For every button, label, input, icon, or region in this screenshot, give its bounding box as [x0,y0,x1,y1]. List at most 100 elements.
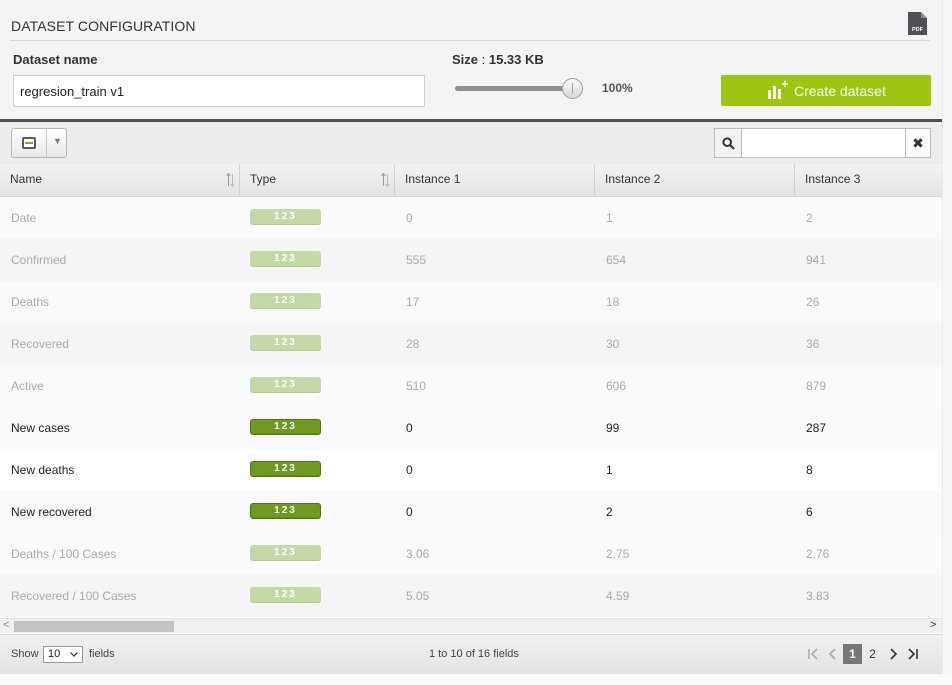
search-button[interactable] [714,128,742,158]
field-name: Deaths [11,295,50,309]
numeric-type-badge[interactable]: 123 [250,251,321,267]
numeric-type-badge[interactable]: 123 [250,503,321,519]
column-header-instance-1: Instance 1 [395,164,595,197]
instance-3-value: 879 [806,379,827,393]
instance-2-value: 1 [606,211,613,225]
table-header: Name Type Instance 1 Instance 2 Instance… [0,164,942,197]
table-row[interactable]: Confirmed 123 555 654 941 [0,239,942,281]
scroll-left-icon[interactable]: < [3,619,9,631]
column-header-label: Name [10,172,43,186]
last-page-icon[interactable] [903,644,922,664]
field-name: Recovered [11,337,70,351]
table-row[interactable]: New recovered 123 0 2 6 [0,491,942,533]
next-page-icon[interactable] [883,644,902,664]
chart-plus-icon [768,80,788,99]
instance-3-value: 287 [806,421,827,435]
numeric-type-badge[interactable]: 123 [250,293,321,309]
bottom-margin [0,674,952,685]
dataset-configuration-panel: DATASET CONFIGURATION PDF Dataset name S… [0,0,942,120]
instance-2-value: 2.75 [606,547,630,561]
instance-2-value: 30 [606,337,620,351]
instance-3-value: 3.83 [806,589,830,603]
instance-1-value: 0 [406,211,413,225]
numeric-type-badge[interactable]: 123 [250,545,321,561]
table-row[interactable]: New deaths 123 0 1 8 [0,449,942,491]
column-header-label: Instance 3 [805,172,861,186]
instance-1-value: 3.06 [406,547,430,561]
table-row[interactable]: Recovered / 100 Cases 123 5.05 4.59 3.83 [0,575,942,617]
instance-3-value: 26 [806,295,820,309]
chevron-down-icon [70,652,78,657]
instance-3-value: 941 [806,253,827,267]
size-value: 15.33 KB [488,52,544,67]
svg-text:PDF: PDF [912,27,924,33]
scrollbar-thumb[interactable] [14,621,174,632]
instance-3-value: 36 [806,337,820,351]
instance-1-value: 5.05 [406,589,430,603]
field-name: Active [11,379,44,393]
field-name: Recovered / 100 Cases [11,589,137,603]
table-row[interactable]: Recovered 123 28 30 36 [0,323,942,365]
table-row[interactable]: Date 123 0 1 2 [0,197,942,239]
instance-1-value: 0 [406,421,413,435]
table-footer: Show 10 fields 1 to 10 of 16 fields 1 2 [0,634,942,674]
pdf-file-icon[interactable]: PDF [907,11,928,36]
table-row[interactable]: Deaths / 100 Cases 123 3.06 2.75 2.76 [0,533,942,575]
numeric-type-badge[interactable]: 123 [250,587,321,603]
window-edge [942,0,952,685]
numeric-type-badge[interactable]: 123 [250,335,321,351]
dataset-name-label: Dataset name [13,52,98,67]
instance-2-value: 99 [606,421,620,435]
table-row[interactable]: New cases 123 0 99 287 [0,407,942,449]
search-input[interactable] [741,128,906,158]
page-size-select[interactable]: 10 [43,646,83,663]
horizontal-scrollbar[interactable]: < > [0,618,942,633]
show-label: Show [11,648,39,660]
panel-title: DATASET CONFIGURATION [11,18,196,34]
size-label: Size [452,52,479,67]
instance-3-value: 6 [806,505,813,519]
first-page-icon[interactable] [803,644,822,664]
column-header-type[interactable]: Type [240,164,395,197]
field-name: New deaths [11,463,75,477]
scroll-right-icon[interactable]: > [930,619,936,631]
instance-3-value: 2.76 [806,547,830,561]
create-dataset-label: Create dataset [794,83,886,99]
column-header-name[interactable]: Name [0,164,240,197]
column-toggle-icon [22,137,36,149]
dataset-name-input[interactable] [13,75,425,107]
instance-1-value: 28 [406,337,420,351]
column-header-instance-2: Instance 2 [595,164,795,197]
numeric-type-badge[interactable]: 123 [250,419,321,435]
chevron-down-icon[interactable]: ▼ [53,136,62,146]
close-icon[interactable]: ✖ [905,128,931,158]
sort-icon[interactable] [226,172,235,188]
size-label-group: Size : 15.33 KB [452,52,544,67]
create-dataset-button[interactable]: Create dataset [721,75,931,106]
field-name: Deaths / 100 Cases [11,547,117,561]
page-2-button[interactable]: 2 [863,644,882,664]
field-name: Confirmed [11,253,67,267]
instance-2-value: 1 [606,463,613,477]
page-1-button[interactable]: 1 [843,644,862,664]
table-row[interactable]: Active 123 510 606 879 [0,365,942,407]
column-toggle-dropdown[interactable]: ▼ [11,128,67,158]
instance-2-value: 606 [606,379,627,393]
previous-page-icon[interactable] [823,644,842,664]
pagination-info: 1 to 10 of 16 fields [429,648,519,660]
button-separator [46,129,47,157]
instance-2-value: 4.59 [606,589,630,603]
numeric-type-badge[interactable]: 123 [250,377,321,393]
field-name: New recovered [11,505,92,519]
sample-size-slider-handle[interactable] [562,78,583,99]
numeric-type-badge[interactable]: 123 [250,209,321,225]
size-separator: : [478,52,489,67]
instance-1-value: 555 [406,253,427,267]
fields-label: fields [89,648,115,660]
column-header-label: Type [250,172,277,186]
instance-2-value: 654 [606,253,627,267]
sort-icon[interactable] [381,172,390,188]
instance-1-value: 0 [406,505,413,519]
table-row[interactable]: Deaths 123 17 18 26 [0,281,942,323]
numeric-type-badge[interactable]: 123 [250,461,321,477]
